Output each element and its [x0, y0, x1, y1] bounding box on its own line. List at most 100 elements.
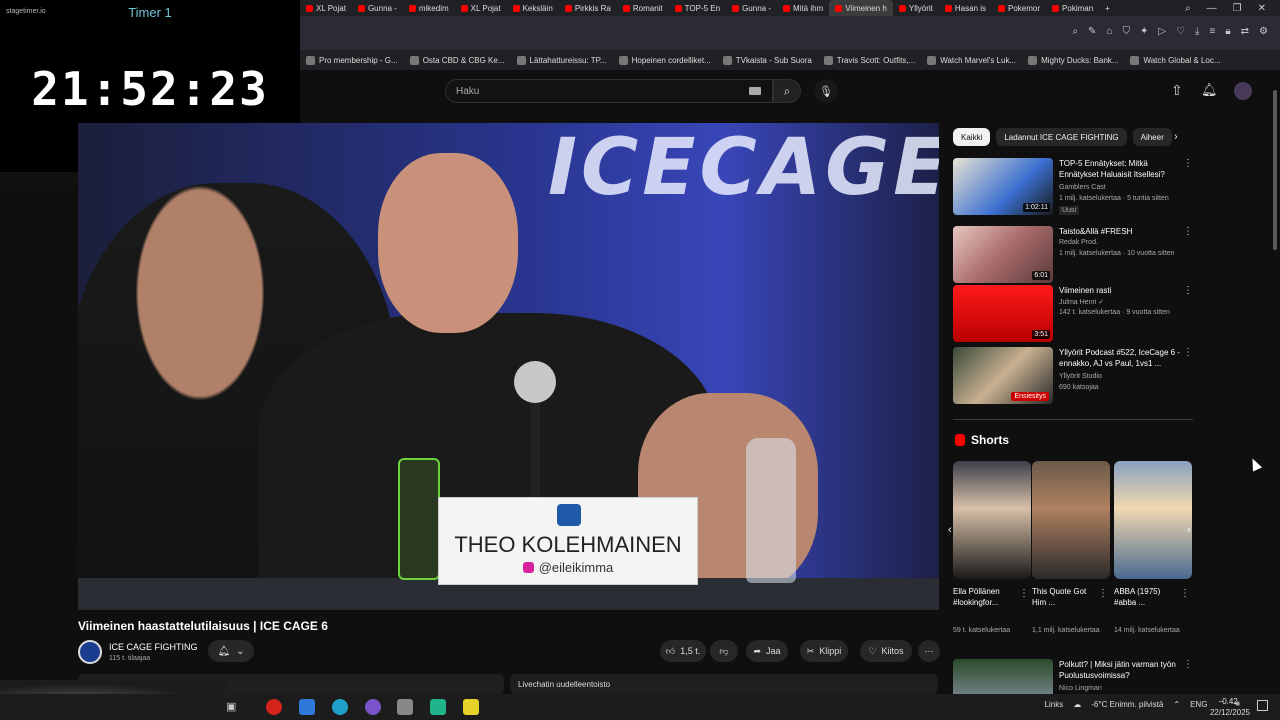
app-icon[interactable]	[299, 699, 315, 715]
menu-icon[interactable]: ≡	[1209, 26, 1215, 37]
more-vert-icon[interactable]: ⋮	[1180, 588, 1190, 599]
tab[interactable]: Pirkkis Ra	[559, 0, 617, 16]
vpn-icon[interactable]: ⇄	[1241, 26, 1249, 37]
tab[interactable]: XL Pojat	[455, 0, 507, 16]
bookmark-item[interactable]: Watch Marvel's Luk...	[927, 55, 1016, 65]
list-item[interactable]: 6:01 Taisto&Allä #FRESH Redak Prod. 1 milj.…	[953, 226, 1193, 284]
favorites-icon[interactable]: ♡	[1176, 26, 1185, 37]
short-thumbnail[interactable]	[953, 461, 1031, 579]
chevron-right-icon[interactable]: ›	[1187, 524, 1191, 536]
more-vert-icon[interactable]: ⋮	[1183, 226, 1193, 237]
tab[interactable]: Pokiman	[1046, 0, 1099, 16]
share-button[interactable]: ➦ Jaa	[746, 640, 788, 662]
shorts-header: Shorts	[955, 433, 1009, 447]
keyboard-icon[interactable]	[749, 87, 761, 95]
bookmark-item[interactable]: Osta CBD & CBG Ke...	[409, 55, 505, 65]
bookmark-item[interactable]: Travis Scott: Outfits,...	[823, 55, 915, 65]
account-avatar[interactable]	[1234, 82, 1252, 100]
dislike-button[interactable]: 👎︎	[710, 640, 738, 662]
bookmark-item[interactable]: TVkaista - Sub Suora	[722, 55, 812, 65]
channel-avatar[interactable]	[78, 640, 102, 664]
play-app-icon[interactable]	[463, 699, 479, 715]
more-vert-icon[interactable]: ⋮	[1183, 285, 1193, 296]
tab[interactable]: Viimeinen h	[829, 0, 893, 16]
subscription-bell-button[interactable]: 🔔︎ ⌄	[208, 640, 254, 662]
list-item[interactable]: Ensiesitys Yllyörit Podcast #522, IceCage…	[953, 347, 1193, 405]
close-icon[interactable]: ✕	[1258, 3, 1266, 14]
tab[interactable]: Pokemor	[992, 0, 1046, 16]
tab[interactable]: Mitä ihm	[777, 0, 829, 16]
thanks-button[interactable]: ♡ Kiitos	[860, 640, 912, 662]
tab[interactable]: Gunna -	[352, 0, 403, 16]
channel-name[interactable]: ICE CAGE FIGHTING	[109, 642, 198, 652]
zoom-icon[interactable]: ⌕	[1072, 26, 1078, 37]
minimize-icon[interactable]: —	[1207, 3, 1217, 14]
search-input[interactable]: Haku	[445, 79, 773, 103]
shield-icon[interactable]: ⛉	[1122, 26, 1130, 37]
bookmark-item[interactable]: Lättahattureissu: TP...	[516, 55, 607, 65]
clip-button[interactable]: ✂ Klippi	[800, 640, 848, 662]
short-title[interactable]: ABBA (1975) #abba ...	[1114, 586, 1180, 608]
video-player[interactable]: ICECAGE S: THEO KOLEHMAINEN @eileikimma	[78, 123, 939, 610]
list-item[interactable]: Polkutt? | Miksi jätin varman työn Puolu…	[953, 659, 1193, 694]
bookmark-item[interactable]: Mighty Ducks: Bank...	[1028, 55, 1118, 65]
upload-icon[interactable]: ⇧	[1171, 82, 1183, 99]
home-icon[interactable]: ⌂	[1106, 26, 1112, 37]
scrollbar-thumb[interactable]	[1273, 90, 1277, 250]
tab[interactable]: Keksläin	[507, 0, 559, 16]
tab[interactable]: XL Pojat	[300, 0, 352, 16]
chat-replay-button[interactable]: Livechatin uudelleentoisto	[510, 674, 938, 694]
short-thumbnail[interactable]	[1032, 461, 1110, 579]
tab[interactable]: mikedim	[403, 0, 455, 16]
settings-icon[interactable]: ⚙	[1259, 26, 1268, 37]
short-title[interactable]: This Quote Got Him ...	[1032, 586, 1098, 608]
maximize-icon[interactable]: ❐	[1233, 3, 1242, 14]
tab[interactable]: Hasan is	[939, 0, 992, 16]
more-vert-icon[interactable]: ⋮	[1183, 158, 1193, 169]
like-button[interactable]: 👍︎ 1,5 t.	[660, 640, 706, 662]
lock-icon[interactable]: 🔒︎	[1225, 26, 1230, 37]
chevron-right-icon[interactable]: ›	[1174, 131, 1178, 143]
notifications-icon[interactable]: 🔔︎	[1201, 82, 1218, 98]
short-thumbnail[interactable]	[1114, 461, 1192, 579]
chevron-up-icon[interactable]: ⌃	[1173, 700, 1180, 709]
extension-icon[interactable]: ✦	[1140, 26, 1148, 37]
bookmark-item[interactable]: Pro membership - G...	[306, 55, 398, 65]
more-vert-icon[interactable]: ⋮	[1098, 588, 1108, 599]
edit-icon[interactable]: ✎	[1088, 26, 1096, 37]
opera-icon[interactable]	[266, 699, 282, 715]
play-icon[interactable]: ▷	[1158, 26, 1166, 37]
shield-app-icon[interactable]	[397, 699, 413, 715]
voice-search-button[interactable]: 🎙︎	[814, 79, 838, 103]
app-icon[interactable]	[365, 699, 381, 715]
links-label[interactable]: Links	[1045, 700, 1064, 709]
new-tab-button[interactable]: +	[1099, 0, 1116, 16]
tab[interactable]: Romanit	[617, 0, 669, 16]
more-vert-icon[interactable]: ⋮	[1183, 347, 1193, 358]
more-actions-button[interactable]: ⋯	[918, 640, 940, 662]
short-title[interactable]: Ella Pöllänen #lookingfor...	[953, 586, 1019, 608]
more-vert-icon[interactable]: ⋮	[1183, 659, 1193, 670]
notification-icon[interactable]	[1257, 700, 1268, 711]
clock[interactable]: 0.42 22/12/2025	[1210, 696, 1250, 718]
task-view-icon[interactable]: ▣	[226, 700, 236, 713]
filter-chip[interactable]: Ladannut ICE CAGE FIGHTING	[996, 128, 1127, 146]
bookmark-item[interactable]: Hopeinen cordelliket...	[618, 55, 711, 65]
app-icon[interactable]	[430, 699, 446, 715]
filter-chip[interactable]: Aiheer	[1132, 128, 1172, 146]
search-button[interactable]: ⌕	[773, 79, 801, 103]
filter-chip[interactable]: Kaikki	[953, 128, 991, 146]
download-icon[interactable]: ⤓	[1195, 26, 1199, 37]
bookmark-item[interactable]: Watch Global & Loc...	[1130, 55, 1221, 65]
tab[interactable]: TOP-5 En	[669, 0, 726, 16]
tab[interactable]: Yllyörit	[893, 0, 939, 16]
weather-text[interactable]: -6°C Enimm. pilvistä	[1091, 700, 1163, 709]
tab[interactable]: Gunna -	[726, 0, 777, 16]
list-item[interactable]: 1:02:11 TOP-5 Ennätykset: Mitkä Ennätykse…	[953, 158, 1193, 216]
language-indicator[interactable]: ENG	[1190, 700, 1207, 709]
chevron-left-icon[interactable]: ‹	[948, 524, 952, 536]
list-item[interactable]: 3:51 Viimeinen rasti Julma Henri ✓ 142 t. k…	[953, 285, 1193, 343]
search-tabs-icon[interactable]: ⌕	[1185, 3, 1191, 14]
edge-icon[interactable]	[332, 699, 348, 715]
more-vert-icon[interactable]: ⋮	[1019, 588, 1029, 599]
